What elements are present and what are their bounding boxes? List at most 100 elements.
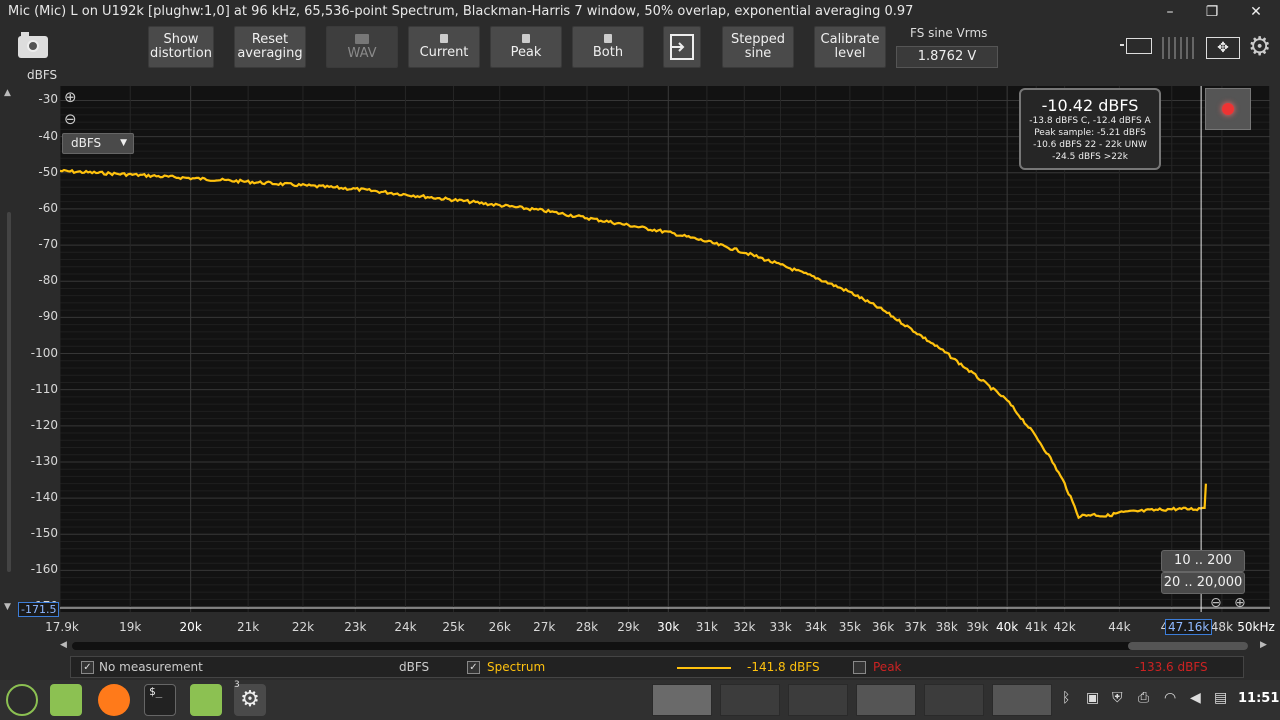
folder-icon[interactable] xyxy=(190,684,222,716)
fs-sine-value[interactable]: 1.8762 V xyxy=(896,46,998,68)
x-tick-label: 23k xyxy=(344,620,367,634)
spectrum-checkbox[interactable]: ✓ xyxy=(467,661,480,674)
taskbar: $_ ⚙ 3 ᛒ ▣ ⛨ ⎙ ◠ ◀ ▤ 11:51 xyxy=(0,680,1280,720)
stepped-sine-label-2: sine xyxy=(744,46,772,61)
x-tick-label: 44k xyxy=(1108,620,1131,634)
file-manager-icon[interactable] xyxy=(50,684,82,716)
range-20-20000-button[interactable]: 20 .. 20,000 xyxy=(1161,572,1245,594)
both-button[interactable]: Both xyxy=(572,26,644,68)
printer-icon[interactable]: ⎙ xyxy=(1138,690,1149,706)
firefox-icon[interactable] xyxy=(98,684,130,716)
cursor-readout: -171.5 xyxy=(18,602,60,617)
y-tick-label: -140 xyxy=(30,490,58,505)
y-unit-label: dBFS xyxy=(27,68,58,82)
toolbar: dBFS Show distortion Reset averaging WAV… xyxy=(0,24,1280,84)
current-button[interactable]: Current xyxy=(408,26,480,68)
x-tick-label: 21k xyxy=(237,620,260,634)
x-tick-label: 24k xyxy=(394,620,417,634)
unit-dropdown-value: dBFS xyxy=(71,136,102,150)
calibrate-level-button[interactable]: Calibrate level xyxy=(814,26,886,68)
show-distortion-label-2: distortion xyxy=(150,46,212,61)
minimize-button[interactable]: – xyxy=(1150,0,1190,24)
unit-dropdown[interactable]: dBFS ▼ xyxy=(62,133,134,154)
maximize-button[interactable]: ❐ xyxy=(1192,0,1232,24)
zoom-in-icon[interactable]: ⊕ xyxy=(64,88,77,106)
x-tick-label: 42k xyxy=(1053,620,1076,634)
level-line-3: -10.6 dBFS 22 - 22k UNW xyxy=(1033,140,1147,150)
terminal-glyph: $_ xyxy=(149,685,163,698)
workspace-5[interactable] xyxy=(924,684,984,716)
workspace-2[interactable] xyxy=(720,684,780,716)
spectrum-legend-value: -141.8 dBFS xyxy=(747,660,820,674)
spectrum-legend-label: Spectrum xyxy=(487,660,546,674)
workspace-6[interactable] xyxy=(992,684,1052,716)
peak-button[interactable]: Peak xyxy=(490,26,562,68)
x-tick-label: 29k xyxy=(617,620,640,634)
reset-averaging-label-1: Reset xyxy=(251,32,289,47)
terminal-icon[interactable]: $_ xyxy=(144,684,176,716)
level-line-1: -13.8 dBFS C, -12.4 dBFS A xyxy=(1029,116,1151,126)
workspace-1[interactable] xyxy=(652,684,712,716)
horizontal-scrollbar[interactable]: ◀ ▶ xyxy=(60,640,1270,652)
mint-menu-icon[interactable] xyxy=(6,684,38,716)
stepped-sine-button[interactable]: Stepped sine xyxy=(722,26,794,68)
reset-averaging-button[interactable]: Reset averaging xyxy=(234,26,306,68)
cursor-freq-label: 47.16k xyxy=(1165,619,1213,635)
fullscreen-icon[interactable]: ✥ xyxy=(1206,37,1240,59)
title-bar: Mic (Mic) L on U192k [plughw:1,0] at 96 … xyxy=(0,0,1280,24)
show-distortion-label-1: Show xyxy=(163,32,199,47)
both-label: Both xyxy=(592,45,624,60)
spectrum-plot[interactable]: ⊕ ⊖ dBFS ▼ -10.42 dBFS -13.8 dBFS C, -12… xyxy=(60,86,1270,612)
wifi-icon[interactable]: ◠ xyxy=(1164,690,1176,706)
clipboard-icon[interactable]: ▣ xyxy=(1086,690,1099,706)
x-tick-label: 33k xyxy=(769,620,792,634)
wav-button[interactable]: WAV xyxy=(326,26,398,68)
x-tick-label: 19k xyxy=(119,620,142,634)
y-tick-label: -160 xyxy=(30,562,58,577)
panel-layout-icon[interactable] xyxy=(1162,37,1196,59)
level-box: -10.42 dBFS -13.8 dBFS C, -12.4 dBFS A P… xyxy=(1019,88,1161,170)
fs-sine-label: FS sine Vrms xyxy=(910,26,988,40)
show-distortion-button[interactable]: Show distortion xyxy=(148,26,214,68)
shield-icon[interactable]: ⛨ xyxy=(1112,690,1123,706)
battery-icon[interactable]: ▤ xyxy=(1214,690,1227,706)
calibrate-label-1: Calibrate xyxy=(820,32,880,47)
x-zoom-out-icon[interactable]: ⊖ xyxy=(1210,595,1222,611)
clock: 11:51 xyxy=(1238,691,1280,706)
peak-label: Peak xyxy=(510,45,542,60)
y-tick-label: -100 xyxy=(30,345,58,360)
record-icon xyxy=(1222,103,1234,115)
x-tick-label: 50kHz xyxy=(1237,620,1275,634)
y-tick-label: -110 xyxy=(30,381,58,396)
y-tick-label: -70 xyxy=(38,237,58,252)
close-button[interactable]: ✕ xyxy=(1236,0,1276,24)
camera-icon[interactable] xyxy=(18,32,48,58)
range-10-200-button[interactable]: 10 .. 200 xyxy=(1161,550,1245,572)
import-button[interactable] xyxy=(663,26,701,68)
y-tick-label: -80 xyxy=(38,273,58,288)
x-tick-label: 39k xyxy=(966,620,989,634)
x-tick-label: 32k xyxy=(733,620,756,634)
y-tick-label: -40 xyxy=(38,128,58,143)
no-measurement-checkbox[interactable]: ✓ xyxy=(81,661,94,674)
x-tick-label: 36k xyxy=(871,620,895,634)
import-icon xyxy=(670,34,694,60)
bluetooth-icon[interactable]: ᛒ xyxy=(1062,690,1070,706)
x-tick-label: 41k xyxy=(1025,620,1048,634)
window-layout-icon[interactable] xyxy=(1120,38,1152,56)
workspace-4[interactable] xyxy=(856,684,916,716)
workspace-3[interactable] xyxy=(788,684,848,716)
peak-legend-label: Peak xyxy=(873,660,902,674)
level-line-4: -24.5 dBFS >22k xyxy=(1052,152,1128,162)
gear-icon[interactable]: ⚙ xyxy=(1248,34,1271,60)
wav-icon xyxy=(355,33,369,44)
volume-icon[interactable]: ◀ xyxy=(1190,690,1201,706)
peak-checkbox[interactable] xyxy=(853,661,866,674)
x-tick-label: 17.9k xyxy=(45,620,79,634)
record-button[interactable] xyxy=(1205,88,1251,130)
x-zoom-in-icon[interactable]: ⊕ xyxy=(1234,595,1246,611)
y-tick-label: -120 xyxy=(30,417,58,432)
zoom-out-icon[interactable]: ⊖ xyxy=(64,110,77,128)
y-tick-label: -90 xyxy=(38,309,58,324)
level-main: -10.42 dBFS xyxy=(1041,96,1139,115)
